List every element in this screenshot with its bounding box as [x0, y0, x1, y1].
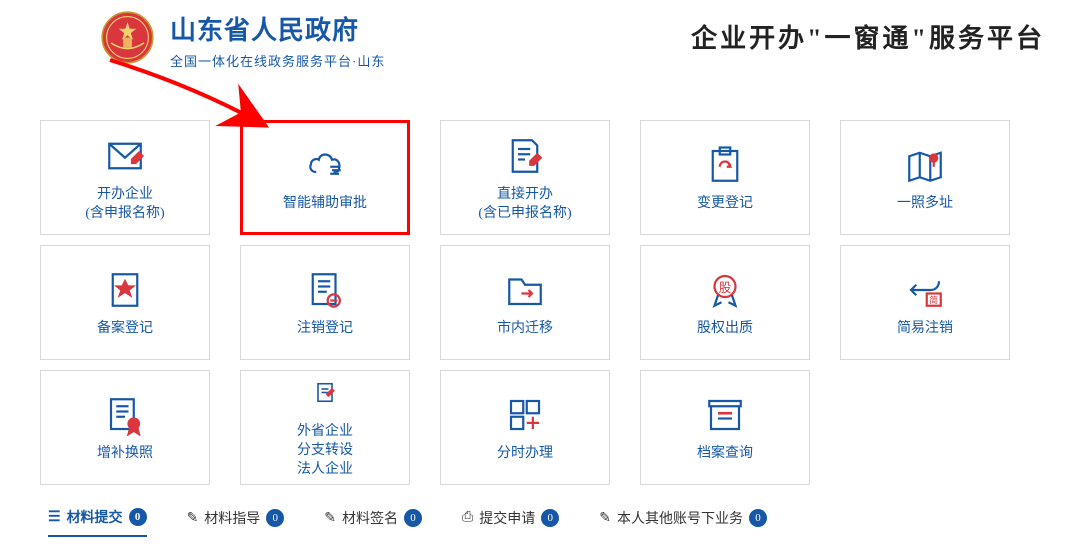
- tab-material-submit[interactable]: ☰ 材料提交 0: [48, 507, 147, 537]
- tab-label: 材料指导: [204, 508, 260, 528]
- card-start-business[interactable]: 开办企业(含申报名称): [40, 120, 210, 235]
- card-renew-license[interactable]: 增补换照: [40, 370, 210, 485]
- card-record-register[interactable]: 备案登记: [40, 245, 210, 360]
- mail-edit-icon: [104, 132, 146, 180]
- card-label: 档案查询: [697, 445, 753, 464]
- list-icon: ☰: [48, 509, 61, 526]
- slogan: 企业开办"一窗通"服务平台: [691, 18, 1045, 55]
- document-small-icon: [304, 375, 346, 417]
- tab-label: 本人其他账号下业务: [617, 508, 743, 528]
- card-label: 开办企业(含申报名称): [85, 186, 164, 224]
- edit-icon: ✎: [187, 510, 199, 527]
- svg-text:简: 简: [929, 294, 938, 305]
- folder-arrow-icon: [504, 266, 546, 314]
- tab-label: 提交申请: [479, 508, 535, 528]
- card-time-handle[interactable]: 分时办理: [440, 370, 610, 485]
- edit-icon: ✎: [324, 510, 336, 527]
- count-badge: 0: [749, 509, 767, 527]
- tab-bar: ☰ 材料提交 0 ✎ 材料指导 0 ✎ 材料签名 0 ⎙ 提交申请 0 ✎ 本人…: [0, 485, 1080, 559]
- count-badge: 0: [129, 508, 147, 526]
- edit-icon: ✎: [599, 510, 611, 527]
- card-direct-open[interactable]: 直接开办(含已申报名称): [440, 120, 610, 235]
- badge-star-icon: [104, 266, 146, 314]
- card-label: 分时办理: [497, 445, 553, 464]
- card-label: 智能辅助审批: [283, 195, 367, 214]
- clipboard-refresh-icon: [704, 141, 746, 189]
- card-label: 市内迁移: [497, 320, 553, 339]
- card-change-register[interactable]: 变更登记: [640, 120, 810, 235]
- card-label: 增补换照: [97, 445, 153, 464]
- tab-submit-apply[interactable]: ⎙ 提交申请 0: [462, 508, 559, 536]
- tab-material-sign[interactable]: ✎ 材料签名 0: [324, 508, 422, 536]
- card-city-transfer[interactable]: 市内迁移: [440, 245, 610, 360]
- service-grid: 开办企业(含申报名称) 智能辅助审批 直接开办(含已申报名称): [0, 120, 1080, 485]
- card-label: 一照多址: [897, 195, 953, 214]
- card-label: 备案登记: [97, 320, 153, 339]
- count-badge: 0: [404, 509, 422, 527]
- count-badge: 0: [541, 509, 559, 527]
- briefcase-icon: ⎙: [462, 510, 473, 526]
- card-smart-approval[interactable]: 智能辅助审批: [240, 120, 410, 235]
- card-cancel-register[interactable]: 注销登记: [240, 245, 410, 360]
- card-label: 股权出质: [697, 320, 753, 339]
- card-label: 变更登记: [697, 195, 753, 214]
- national-emblem-icon: [100, 10, 155, 65]
- map-pin-icon: [904, 141, 946, 189]
- card-archive-query[interactable]: 档案查询: [640, 370, 810, 485]
- cloud-icon: [304, 141, 346, 189]
- tab-material-guide[interactable]: ✎ 材料指导 0: [187, 508, 285, 536]
- card-equity-pledge[interactable]: 股 股权出质: [640, 245, 810, 360]
- back-simple-icon: 简: [904, 266, 946, 314]
- tab-other-account[interactable]: ✎ 本人其他账号下业务 0: [599, 508, 767, 536]
- header-text: 山东省人民政府 全国一体化在线政务服务平台·山东: [170, 10, 385, 70]
- card-simple-cancel[interactable]: 简 简易注销: [840, 245, 1010, 360]
- document-minus-icon: [304, 266, 346, 314]
- card-label: 直接开办(含已申报名称): [478, 186, 571, 224]
- stock-seal-icon: 股: [704, 266, 746, 314]
- card-branch-convert[interactable]: 外省企业分支转设法人企业: [240, 370, 410, 485]
- document-edit-icon: [504, 132, 546, 180]
- grid-plus-icon: [504, 391, 546, 439]
- count-badge: 0: [266, 509, 284, 527]
- archive-icon: [704, 391, 746, 439]
- tab-label: 材料签名: [342, 508, 398, 528]
- site-subtitle: 全国一体化在线政务服务平台·山东: [170, 51, 385, 70]
- card-label: 外省企业分支转设法人企业: [297, 423, 353, 480]
- card-one-license[interactable]: 一照多址: [840, 120, 1010, 235]
- site-title: 山东省人民政府: [170, 10, 385, 47]
- certificate-icon: [104, 391, 146, 439]
- tab-label: 材料提交: [67, 507, 123, 527]
- card-label: 简易注销: [897, 320, 953, 339]
- card-label: 注销登记: [297, 320, 353, 339]
- svg-text:股: 股: [719, 281, 731, 295]
